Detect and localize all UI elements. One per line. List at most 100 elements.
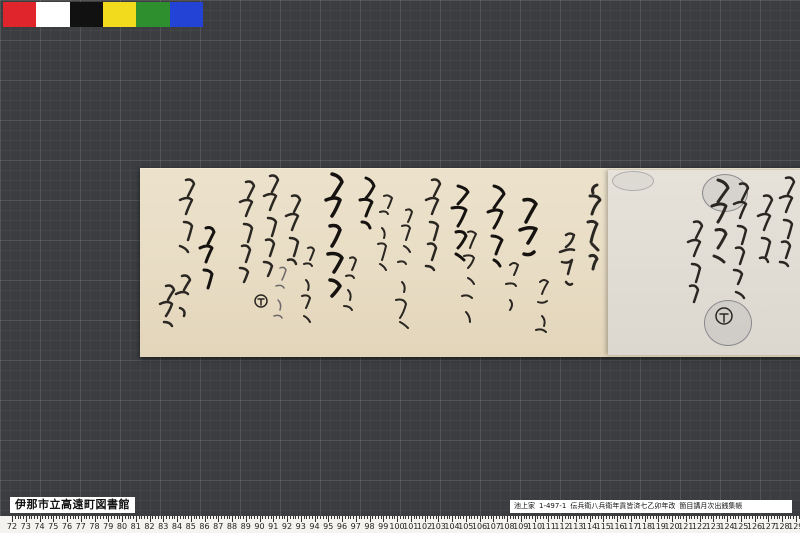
ruler-minor-tick bbox=[111, 516, 112, 519]
ruler-minor-tick bbox=[366, 516, 368, 519]
ruler-minor-tick bbox=[295, 516, 297, 519]
ruler-minor-tick bbox=[336, 516, 338, 519]
ruler-minor-tick bbox=[718, 516, 720, 519]
ruler-minor-tick bbox=[498, 516, 500, 519]
ruler-minor-tick bbox=[419, 516, 420, 519]
ruler-minor-tick bbox=[661, 516, 662, 519]
ruler-minor-tick bbox=[430, 516, 431, 519]
ruler-minor-tick bbox=[677, 516, 679, 519]
ruler-minor-tick bbox=[746, 516, 748, 519]
ruler-minor-tick bbox=[454, 516, 456, 519]
ruler-minor-tick bbox=[146, 516, 148, 519]
ruler-minor-tick bbox=[292, 516, 294, 519]
ruler-minor-tick bbox=[487, 516, 489, 519]
ruler-minor-tick bbox=[251, 516, 253, 519]
ruler-minor-tick bbox=[691, 516, 693, 519]
ruler-minor-tick bbox=[17, 516, 19, 519]
ruler-minor-tick bbox=[485, 516, 486, 519]
ruler-minor-tick bbox=[270, 516, 272, 519]
ruler-minor-tick bbox=[490, 516, 492, 519]
ruler-minor-tick bbox=[771, 516, 772, 519]
ruler-minor-tick bbox=[97, 516, 99, 519]
ruler-number: 95 bbox=[323, 522, 334, 531]
ruler-minor-tick bbox=[751, 516, 753, 519]
ruler-minor-tick bbox=[597, 516, 599, 519]
ruler-minor-tick bbox=[628, 516, 629, 519]
ruler-number: 75 bbox=[48, 522, 59, 531]
ruler-minor-tick bbox=[515, 516, 517, 519]
ruler-minor-tick bbox=[124, 516, 126, 519]
ruler-minor-tick bbox=[432, 516, 434, 519]
ruler-number: 73 bbox=[20, 522, 31, 531]
ruler-number: 96 bbox=[336, 522, 348, 531]
ruler-minor-tick bbox=[377, 516, 379, 519]
ruler-minor-tick bbox=[578, 516, 580, 519]
ruler-number: 84 bbox=[171, 522, 183, 531]
ruler-number: 83 bbox=[158, 522, 169, 531]
catalog-label: 池上家 1-497-1 伝兵衛八兵衛年貢皆済七乙卯年改 箇目講月次出銭集帳 bbox=[510, 500, 792, 513]
ruler-minor-tick bbox=[427, 516, 429, 519]
ruler-number: 93 bbox=[295, 522, 306, 531]
ruler-minor-tick bbox=[696, 516, 698, 519]
ruler-minor-tick bbox=[28, 516, 30, 519]
ruler-minor-tick bbox=[350, 516, 352, 519]
ruler-minor-tick bbox=[449, 516, 451, 519]
ruler-minor-tick bbox=[237, 516, 239, 519]
ruler-minor-tick bbox=[614, 516, 616, 519]
ruler-minor-tick bbox=[636, 516, 638, 519]
ruler-minor-tick bbox=[116, 516, 118, 519]
ruler-minor-tick bbox=[595, 516, 596, 519]
ruler-minor-tick bbox=[551, 516, 552, 519]
ruler-minor-tick bbox=[749, 516, 750, 519]
ruler-number: 86 bbox=[199, 522, 210, 531]
ruler-minor-tick bbox=[215, 516, 217, 519]
ruler-minor-tick bbox=[738, 516, 739, 519]
ruler-minor-tick bbox=[72, 516, 74, 519]
ruler-minor-tick bbox=[361, 516, 363, 519]
ruler-number: 76 bbox=[61, 522, 73, 531]
ruler-minor-tick bbox=[322, 516, 324, 519]
ruler-minor-tick bbox=[592, 516, 594, 519]
ruler-minor-tick bbox=[265, 516, 266, 519]
ruler-minor-tick bbox=[31, 516, 33, 519]
ruler-minor-tick bbox=[413, 516, 415, 519]
ruler-minor-tick bbox=[105, 516, 107, 519]
ruler-minor-tick bbox=[199, 516, 200, 519]
ruler-minor-tick bbox=[78, 516, 79, 519]
ruler-minor-tick bbox=[600, 516, 602, 519]
handwritten-text bbox=[158, 172, 796, 333]
ruler-minor-tick bbox=[680, 516, 682, 519]
ruler-minor-tick bbox=[476, 516, 478, 519]
ruler-minor-tick bbox=[471, 516, 473, 519]
ruler-minor-tick bbox=[267, 516, 269, 519]
ruler-number: 91 bbox=[268, 522, 279, 531]
ruler-minor-tick bbox=[157, 516, 159, 519]
ruler-minor-tick bbox=[320, 516, 321, 519]
ruler-minor-tick bbox=[683, 516, 684, 519]
ruler-number: 82 bbox=[144, 522, 155, 531]
ruler-minor-tick bbox=[762, 516, 764, 519]
ruler-minor-tick bbox=[210, 516, 211, 519]
ruler-minor-tick bbox=[669, 516, 671, 519]
ruler-minor-tick bbox=[496, 516, 497, 519]
ruler-minor-tick bbox=[619, 516, 621, 519]
ruler-minor-tick bbox=[584, 516, 585, 519]
ruler-minor-tick bbox=[278, 516, 280, 519]
ruler-minor-tick bbox=[281, 516, 283, 519]
ruler-minor-tick bbox=[298, 516, 299, 519]
ruler-minor-tick bbox=[523, 516, 525, 519]
ruler-minor-tick bbox=[89, 516, 90, 519]
ruler-minor-tick bbox=[276, 516, 277, 519]
ruler-minor-tick bbox=[757, 516, 759, 519]
ruler-minor-tick bbox=[339, 516, 341, 519]
ruler-minor-tick bbox=[647, 516, 649, 519]
ruler-minor-tick bbox=[325, 516, 327, 519]
ruler-minor-tick bbox=[798, 516, 800, 519]
ruler-minor-tick bbox=[50, 516, 52, 519]
ruler-minor-tick bbox=[64, 516, 66, 519]
ruler-minor-tick bbox=[380, 516, 382, 519]
ruler-minor-tick bbox=[303, 516, 305, 519]
ruler-minor-tick bbox=[545, 516, 547, 519]
ruler-minor-tick bbox=[394, 516, 396, 519]
ruler-minor-tick bbox=[344, 516, 346, 519]
